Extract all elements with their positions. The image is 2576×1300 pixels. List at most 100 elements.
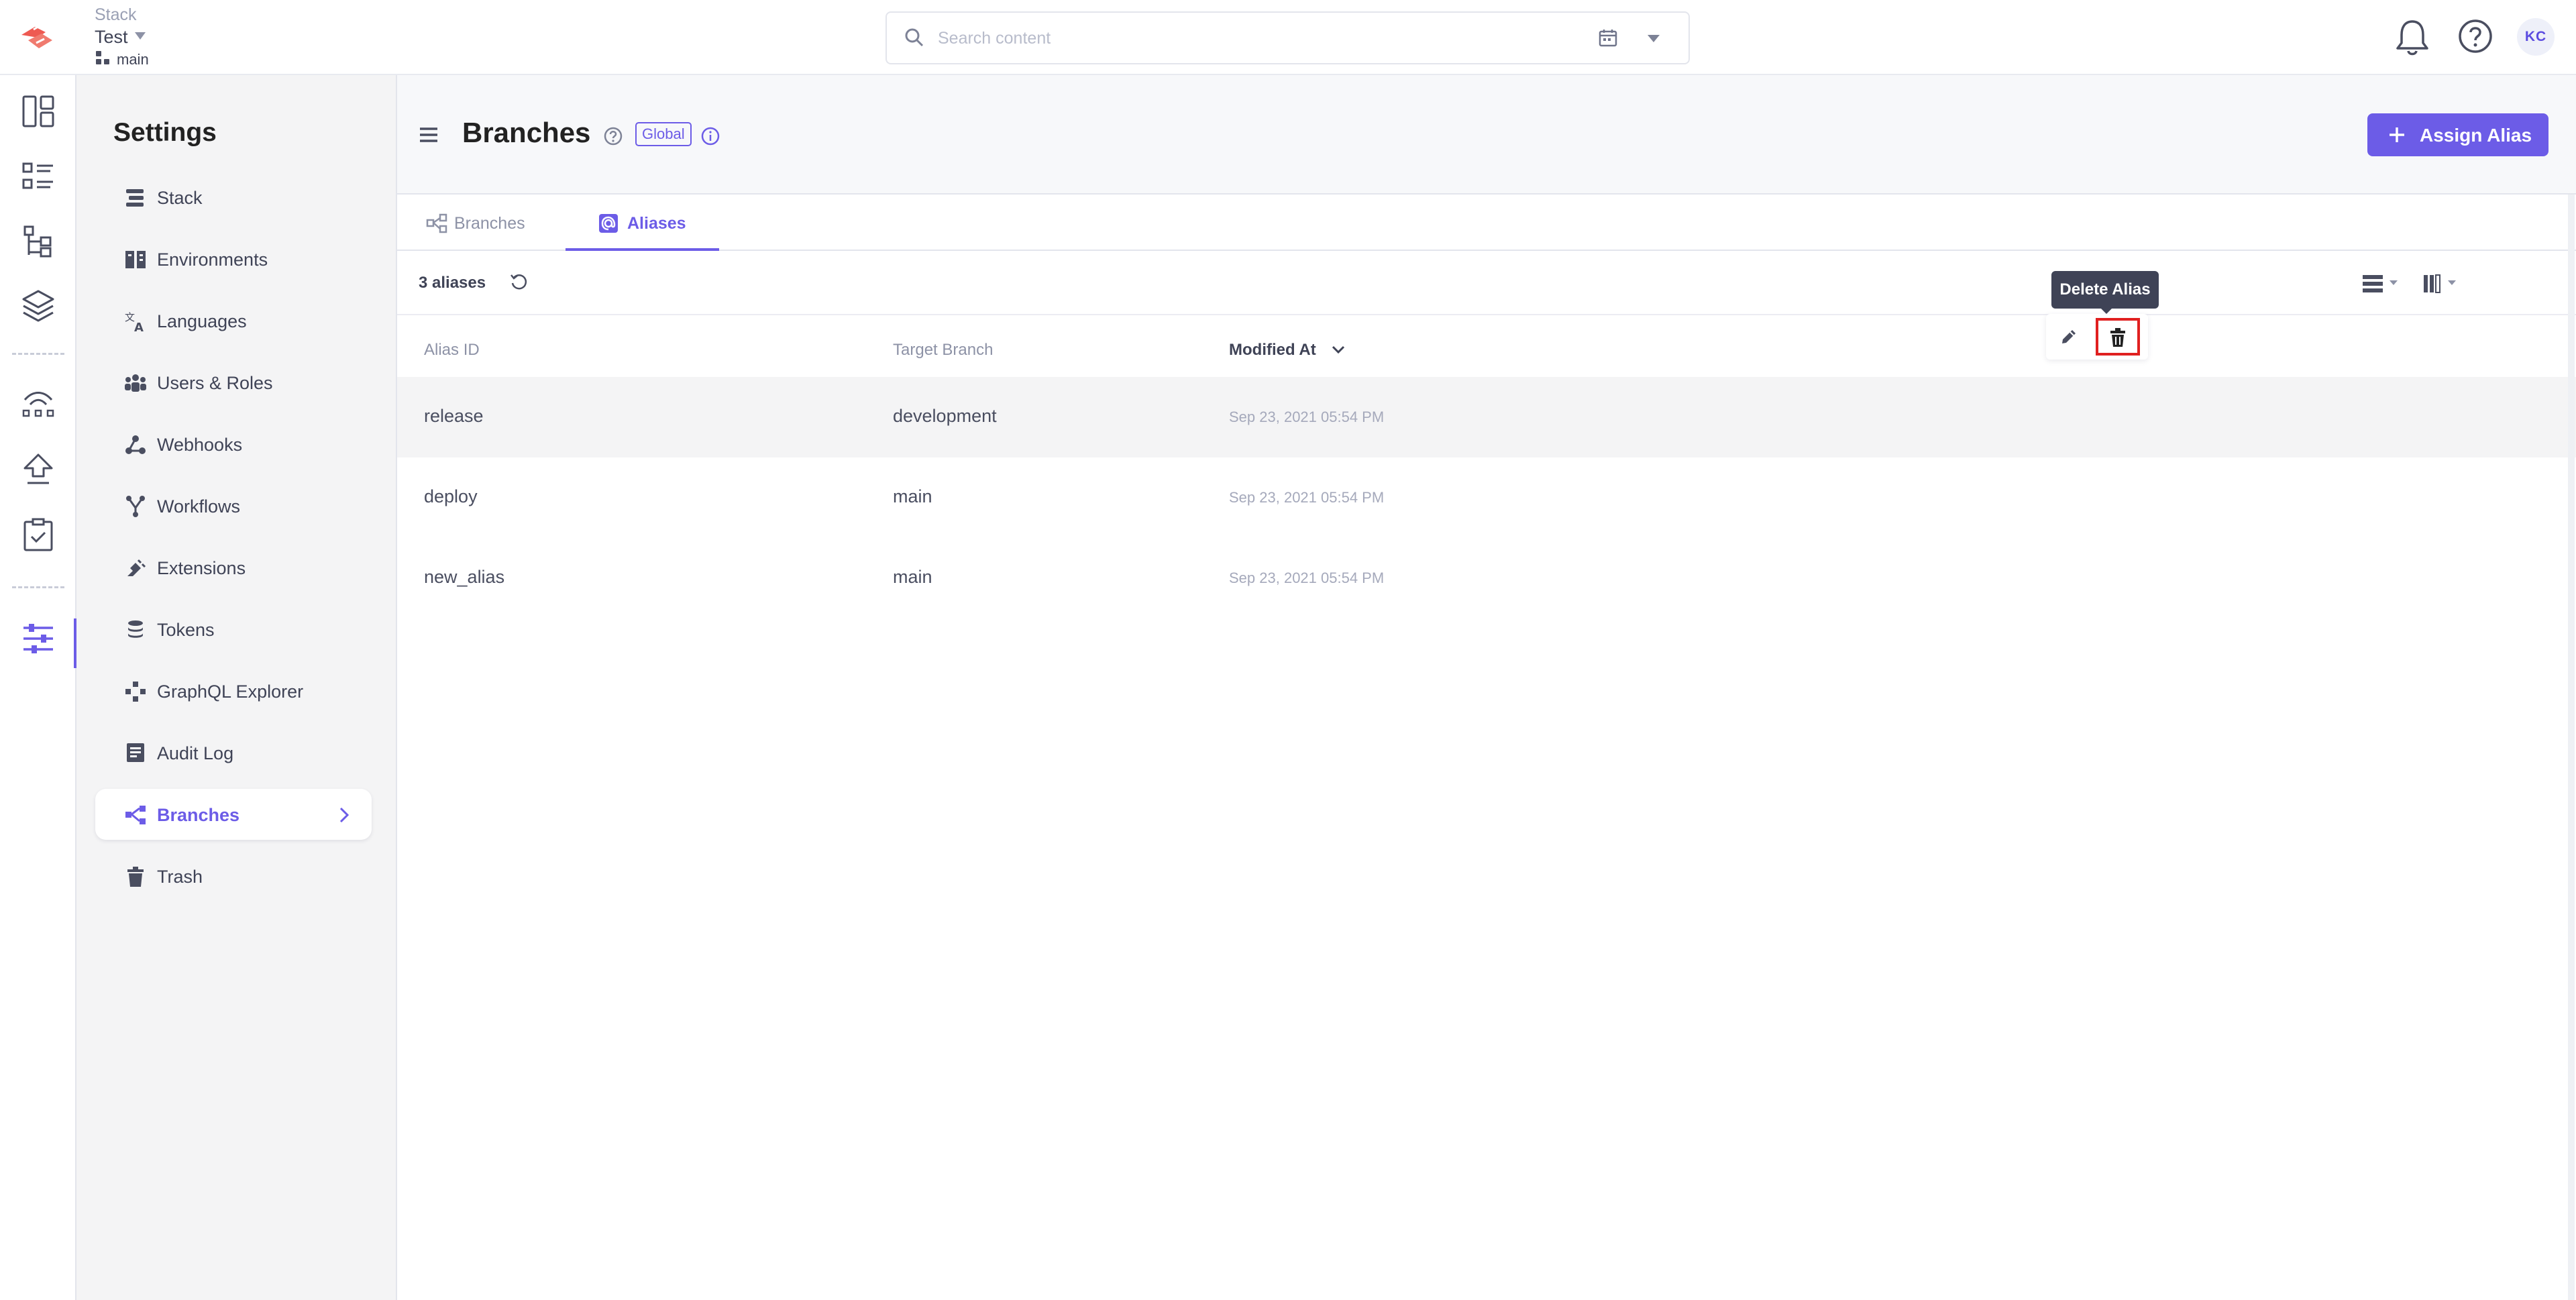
tab-aliases[interactable]: Aliases [566,195,719,251]
tab-branches[interactable]: Branches [426,195,540,251]
bell-icon[interactable] [2392,16,2433,59]
tab-label: Branches [454,214,525,233]
search-bar[interactable] [885,11,1690,64]
sidebar-item-label: Workflows [157,496,241,517]
stack-label: Stack [95,5,137,24]
target-branch-cell: main [893,567,932,587]
assign-alias-button[interactable]: Assign Alias [2367,113,2548,156]
target-branch-cell: main [893,486,932,506]
settings-icon[interactable] [18,618,58,659]
alias-count: 3 aliases [419,274,486,292]
column-selector-icon[interactable] [2420,271,2463,295]
delete-alias-button[interactable] [2096,318,2140,356]
sidebar-item-audit-log[interactable]: Audit Log [95,727,372,778]
column-header-modified-at[interactable]: Modified At [1229,341,1316,360]
rail-divider [12,586,64,588]
search-icon [905,28,924,47]
list-view-toggle-icon[interactable] [2360,271,2403,295]
svg-text:文: 文 [125,311,135,323]
tooltip: Delete Alias [2051,271,2159,309]
settings-title: Settings [113,118,217,147]
branch-switcher[interactable]: main [117,51,149,68]
page-header: Branches Global Assign Alias [397,75,2576,195]
table-row[interactable]: deploy main Sep 23, 2021 05:54 PM [397,457,2576,538]
chevron-right-icon [339,807,350,823]
refresh-icon[interactable] [508,272,529,292]
publish-queue-icon[interactable] [18,449,58,490]
sidebar-item-tokens[interactable]: Tokens [95,604,372,655]
help-icon[interactable] [603,126,623,146]
search-filter-dropdown[interactable] [1648,35,1660,42]
alias-id-cell: release [424,406,484,426]
column-header-alias-id[interactable]: Alias ID [424,341,480,360]
content-list-icon[interactable] [18,157,58,197]
info-icon[interactable] [700,126,720,146]
stack-switcher[interactable]: Test [95,27,128,48]
sidebar-item-languages[interactable]: 文A Languages [95,295,372,346]
sidebar-item-label: Stack [157,188,203,208]
modified-at-cell: Sep 23, 2021 05:54 PM [1229,570,1385,586]
sidebar-item-label: Branches [157,805,240,825]
svg-text:A: A [134,321,144,333]
sidebar-item-graphql-explorer[interactable]: GraphQL Explorer [95,665,372,716]
tab-label: Aliases [627,214,686,233]
sidebar-item-label: Tokens [157,620,215,640]
audit-log-icon [127,743,144,762]
column-header-target-branch[interactable]: Target Branch [893,341,993,360]
avatar[interactable]: KC [2517,18,2555,56]
webhooks-icon [125,435,146,454]
stack-icon [126,189,144,207]
edit-icon[interactable] [2058,326,2080,347]
graphql-icon [125,682,146,702]
sidebar-item-branches[interactable]: Branches [95,789,372,840]
sidebar-item-label: Environments [157,250,268,270]
sidebar-item-trash[interactable]: Trash [95,851,372,902]
sidebar-item-label: Trash [157,867,203,887]
sidebar-item-extensions[interactable]: Extensions [95,542,372,593]
content-models-icon[interactable] [18,221,58,262]
extensions-icon [127,559,146,576]
sidebar-item-label: Languages [157,311,247,331]
modified-at-cell: Sep 23, 2021 05:54 PM [1229,489,1385,506]
top-header: Stack Test main KC [0,0,2576,75]
trash-icon [127,867,144,887]
branch-icon [96,51,109,64]
help-icon[interactable] [2457,17,2494,55]
scrollbar[interactable] [2568,195,2575,1300]
alias-id-cell: deploy [424,486,478,506]
table-row[interactable]: release development Sep 23, 2021 05:54 P… [397,377,2576,457]
rail-divider [12,353,64,355]
logo-icon[interactable] [17,20,56,55]
icon-rail [0,75,76,1300]
table-header: Alias ID Target Branch Modified At [397,315,2576,377]
table-row[interactable]: new_alias main Sep 23, 2021 05:54 PM [397,538,2576,618]
calendar-icon[interactable] [1597,27,1619,50]
chevron-down-icon[interactable] [1330,343,1347,356]
dashboard-icon[interactable] [18,91,58,131]
languages-icon: 文A [125,311,144,333]
hamburger-menu-icon[interactable] [417,125,440,145]
branches-icon [426,213,447,233]
branches-icon [125,806,146,824]
sidebar-item-label: Extensions [157,558,246,578]
sidebar-item-stack[interactable]: Stack [95,172,372,223]
sidebar-item-webhooks[interactable]: Webhooks [95,419,372,470]
page-title: Branches [462,117,591,148]
search-input[interactable] [936,23,1473,53]
sidebar-item-users-roles[interactable]: Users & Roles [95,357,372,408]
list-toolbar: 3 aliases [397,251,2576,315]
tasks-icon[interactable] [18,515,58,555]
workflows-icon [126,496,145,517]
deployments-icon[interactable] [18,382,58,423]
assign-alias-label: Assign Alias [2420,125,2532,146]
users-icon [125,374,146,392]
tab-bar: Branches Aliases [397,195,2576,251]
target-branch-cell: development [893,406,997,426]
tokens-icon [128,620,143,638]
chevron-down-icon[interactable] [135,32,146,40]
sidebar-item-workflows[interactable]: Workflows [95,480,372,531]
sidebar-item-label: GraphQL Explorer [157,682,304,702]
trash-icon [2110,328,2125,347]
assets-icon[interactable] [18,286,58,326]
sidebar-item-environments[interactable]: Environments [95,233,372,284]
